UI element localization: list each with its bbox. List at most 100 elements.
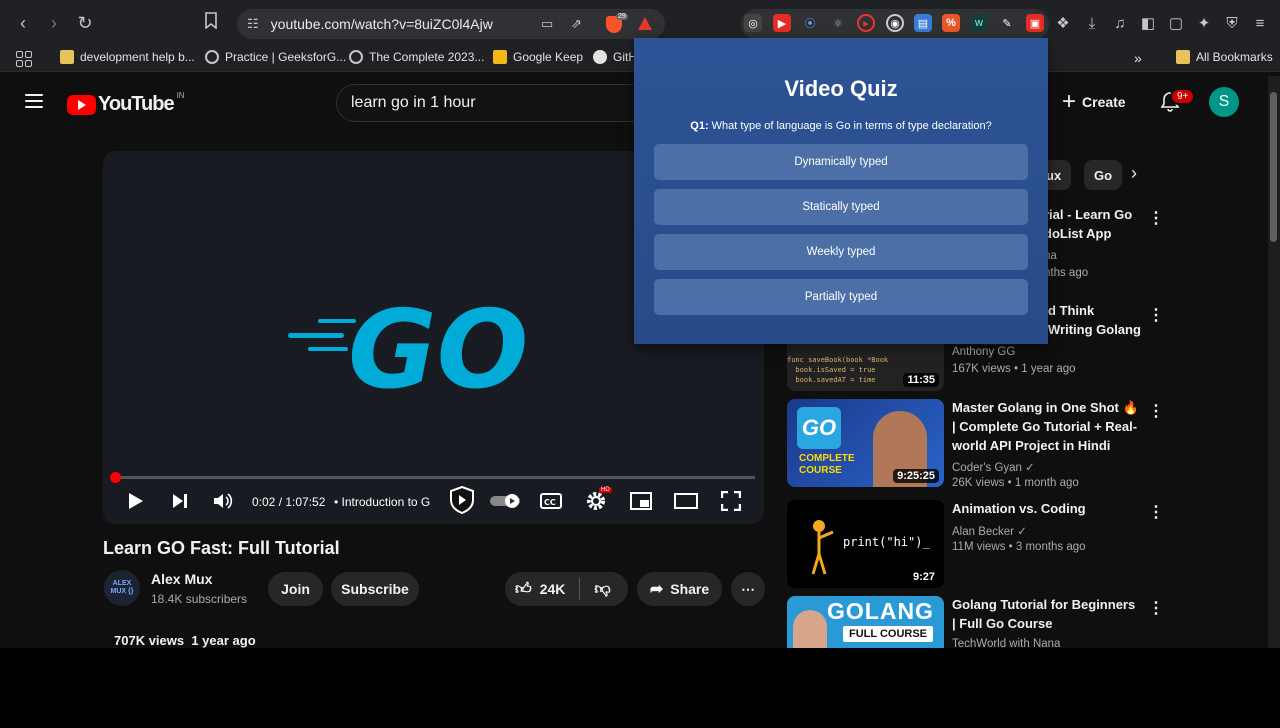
question-number: Q1:: [690, 120, 709, 132]
user-avatar[interactable]: S: [1209, 87, 1239, 117]
subscriber-count: 18.4K subscribers: [151, 592, 248, 606]
extension-youtube-icon[interactable]: ▶: [773, 14, 791, 32]
share-page-icon[interactable]: ⇗: [571, 16, 582, 32]
join-button[interactable]: Join: [268, 572, 323, 606]
all-bookmarks-button[interactable]: All Bookmarks: [1176, 50, 1273, 64]
page-scrollbar[interactable]: [1268, 76, 1280, 648]
media-icon[interactable]: ♫: [1111, 14, 1129, 32]
rec-thumbnail[interactable]: GOLANG FULL COURSE: [787, 596, 944, 648]
progress-scrubber[interactable]: [110, 472, 121, 483]
quiz-option-statically-typed[interactable]: Statically typed: [654, 189, 1028, 225]
rec-channel[interactable]: Anthony GG: [952, 346, 1015, 358]
fullscreen-icon[interactable]: [719, 489, 743, 513]
site-settings-icon[interactable]: ☷: [247, 16, 259, 32]
rec-more-icon[interactable]: ⋮: [1148, 401, 1164, 421]
quiz-option-weekly-typed[interactable]: Weekly typed: [654, 234, 1028, 270]
extension-react-icon[interactable]: ⚛: [829, 14, 847, 32]
rec-partial-title-2b[interactable]: Writing Golang: [1048, 322, 1141, 337]
rec-more-icon[interactable]: ⋮: [1148, 598, 1164, 618]
duration-badge: 9:27: [908, 570, 939, 584]
subscribe-button[interactable]: Subscribe: [331, 572, 419, 606]
dislike-icon[interactable]: 👎︎: [594, 580, 610, 599]
chip-go[interactable]: Go: [1084, 160, 1123, 190]
globe-icon: [349, 50, 363, 64]
reload-icon[interactable]: ↻: [72, 10, 98, 36]
quiz-option-partially-typed[interactable]: Partially typed: [654, 279, 1028, 315]
rec-more-icon[interactable]: ⋮: [1148, 305, 1164, 325]
apps-grid-icon[interactable]: [16, 51, 32, 67]
like-icon[interactable]: 👍︎: [515, 580, 532, 599]
bookmark-complete-2023[interactable]: The Complete 2023...: [349, 50, 484, 64]
share-button[interactable]: ➦ Share: [637, 572, 722, 606]
duration-badge: 9:25:25: [893, 469, 939, 483]
bookmark-star-icon[interactable]: [204, 12, 218, 34]
rec-more-icon[interactable]: ⋮: [1148, 502, 1164, 522]
back-icon[interactable]: ‹: [10, 10, 36, 36]
youtube-logo[interactable]: YouTube IN: [67, 91, 185, 116]
rec-meta: 26K views • 1 month ago: [952, 477, 1079, 489]
wallet-icon[interactable]: ▢: [1167, 14, 1185, 32]
extension-wave-icon[interactable]: ⦿: [801, 14, 819, 32]
url-text[interactable]: youtube.com/watch?v=8uiZC0l4Ajw: [271, 16, 493, 32]
rec-channel[interactable]: Alan Becker ✓: [952, 524, 1027, 538]
rec-thumbnail[interactable]: GO COMPLETE COURSE 9:25:25: [787, 399, 944, 487]
time-display: 0:02 / 1:07:52: [252, 495, 326, 509]
play-icon[interactable]: [124, 489, 148, 513]
quiz-option-dynamically-typed[interactable]: Dynamically typed: [654, 144, 1028, 180]
extension-target-icon[interactable]: ◉: [886, 14, 904, 32]
rec-thumbnail[interactable]: print("hi")_ 9:27: [787, 500, 944, 588]
bookmark-geeksforgeeks[interactable]: Practice | GeeksforG...: [205, 50, 346, 64]
vpn-shield-icon[interactable]: ⛨: [1223, 14, 1241, 32]
search-input[interactable]: learn go in 1 hour: [336, 84, 666, 122]
extension-w-icon[interactable]: w: [970, 14, 988, 32]
extension-eyedropper-icon[interactable]: ✎: [998, 14, 1016, 32]
channel-name[interactable]: Alex Mux: [151, 571, 212, 587]
like-count[interactable]: 24K: [540, 581, 566, 597]
bookmark-development-help[interactable]: development help b...: [60, 50, 195, 64]
captions-icon[interactable]: CC: [539, 489, 563, 513]
extension-quiz-icon[interactable]: ▣: [1026, 14, 1044, 32]
downloads-icon[interactable]: ⤓: [1083, 14, 1101, 32]
rec-title[interactable]: Master Golang in One Shot 🔥 | Complete G…: [952, 398, 1142, 455]
settings-gear-icon[interactable]: HD: [584, 487, 612, 513]
rec-title[interactable]: Animation vs. Coding: [952, 499, 1142, 518]
rec-partial-title-1a[interactable]: rial - Learn Go: [1044, 207, 1132, 222]
rec-more-icon[interactable]: ⋮: [1148, 208, 1164, 228]
next-icon[interactable]: [168, 489, 192, 513]
extension-glasses-icon[interactable]: ◎: [744, 14, 762, 32]
scrollbar-thumb[interactable]: [1270, 92, 1277, 242]
like-dislike-group: 👍︎ 24K 👎︎: [505, 572, 628, 606]
chapter-title[interactable]: • Introduction to G: [334, 487, 432, 517]
leo-ai-icon[interactable]: ✦: [1195, 14, 1213, 32]
bookmark-google-keep[interactable]: Google Keep: [493, 50, 583, 64]
forward-icon[interactable]: ›: [41, 10, 67, 36]
channel-avatar[interactable]: ALEX MUX {}: [104, 570, 140, 606]
brave-rewards-icon[interactable]: [638, 17, 652, 30]
cast-icon[interactable]: ▭: [541, 16, 553, 32]
rec-partial-title-1b[interactable]: doList App: [1044, 226, 1111, 241]
extension-percent-icon[interactable]: %: [942, 14, 960, 32]
theater-mode-icon[interactable]: [674, 489, 698, 513]
miniplayer-icon[interactable]: [629, 489, 653, 513]
volume-icon[interactable]: [211, 489, 235, 513]
autoplay-toggle[interactable]: [488, 489, 522, 513]
more-actions-button[interactable]: ⋯: [731, 572, 765, 606]
bookmark-github[interactable]: GitH: [593, 50, 637, 64]
extensions-puzzle-icon[interactable]: ❖: [1054, 14, 1072, 32]
sidebar-icon[interactable]: ◧: [1139, 14, 1157, 32]
extension-record-icon[interactable]: ▸: [857, 14, 875, 32]
rec-partial-title-2a[interactable]: d Think: [1048, 303, 1094, 318]
create-button[interactable]: + Create: [1062, 88, 1126, 116]
bookmarks-overflow-button[interactable]: »: [1134, 50, 1142, 66]
rec-title[interactable]: Golang Tutorial for Beginners | Full Go …: [952, 595, 1142, 633]
rec-channel[interactable]: TechWorld with Nana: [952, 638, 1060, 648]
rec-channel[interactable]: Coder's Gyan ✓: [952, 460, 1035, 474]
guide-menu-icon[interactable]: [25, 94, 43, 108]
chevron-right-icon[interactable]: ›: [1131, 163, 1137, 184]
menu-icon[interactable]: ≡: [1251, 14, 1269, 32]
extension-doc-icon[interactable]: ▤: [914, 14, 932, 32]
folder-icon: [1176, 50, 1190, 64]
extension-player-shield-icon[interactable]: [448, 486, 476, 514]
address-bar[interactable]: ☷ youtube.com/watch?v=8uiZC0l4Ajw ▭ ⇗ 29: [237, 9, 665, 39]
progress-bar[interactable]: [115, 476, 755, 479]
